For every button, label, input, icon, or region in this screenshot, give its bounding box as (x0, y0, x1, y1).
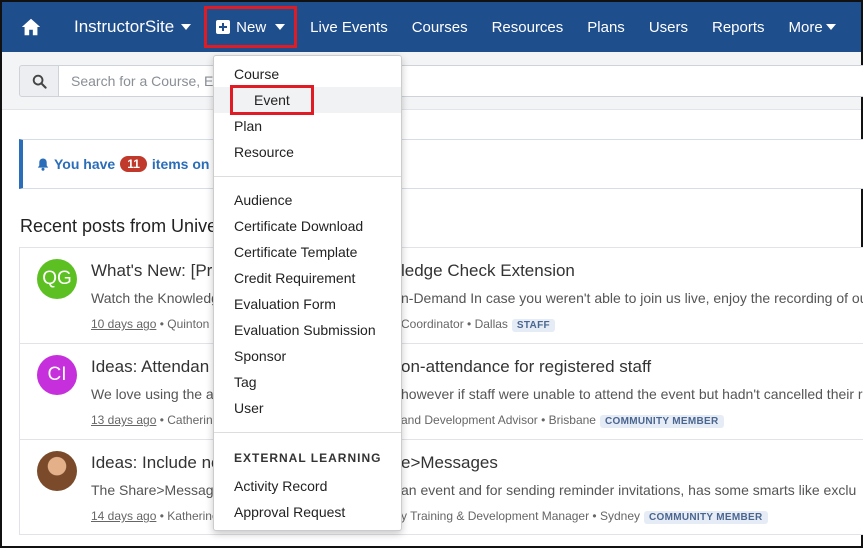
post-meta-end: and Development Advisor • Brisbane COMMUN… (401, 413, 724, 428)
post-title-start: Ideas: Include no (91, 453, 221, 472)
post-title[interactable]: Ideas: Include no e>Messages (91, 453, 498, 473)
role-badge: COMMUNITY MEMBER (599, 415, 724, 428)
brand-name: InstructorSite (74, 17, 175, 36)
post-author: • Katherine (156, 509, 219, 523)
post-meta: 13 days ago • Catherine and Development … (91, 413, 724, 428)
search-input[interactable] (58, 65, 863, 97)
nav-courses[interactable]: Courses (400, 2, 480, 52)
author-role-location: and Development Advisor • Brisbane (401, 413, 596, 427)
menu-item-event-label: Event (230, 85, 314, 115)
chevron-down-icon (181, 24, 192, 30)
post-snippet-end: an event and for sending reminder invita… (401, 482, 857, 498)
menu-item-credit-requirement[interactable]: Credit Requirement (214, 265, 401, 291)
post-item[interactable]: CI Ideas: Attendan on-attendance for reg… (19, 343, 863, 439)
post-time-link[interactable]: 10 days ago (91, 317, 156, 331)
nav-resources[interactable]: Resources (480, 2, 576, 52)
role-badge: COMMUNITY MEMBER (644, 511, 768, 524)
menu-item-activity-record[interactable]: Activity Record (214, 473, 401, 499)
menu-item-approval-request[interactable]: Approval Request (214, 499, 401, 525)
recent-posts-list: QG What's New: [Pro ledge Check Extensio… (19, 247, 863, 535)
new-button-label: New (236, 18, 267, 36)
post-item[interactable]: Ideas: Include no e>Messages The Share>M… (19, 439, 863, 535)
menu-item-sponsor[interactable]: Sponsor (214, 343, 401, 369)
search-button[interactable] (19, 65, 59, 97)
home-icon (21, 18, 41, 36)
alert-prefix: You have (54, 156, 116, 172)
avatar: QG (37, 259, 77, 299)
post-snippet-end: however if staff were unable to attend t… (401, 386, 863, 402)
author-role-location: y Training & Development Manager • Sydne… (401, 509, 640, 523)
post-snippet: We love using the at however if staff we… (91, 386, 863, 402)
post-snippet-start: Watch the Knowledg (91, 290, 219, 306)
menu-item-evaluation-submission[interactable]: Evaluation Submission (214, 317, 401, 343)
post-meta: 10 days ago • Quinton G Coordinator • Da… (91, 317, 555, 332)
menu-item-tag[interactable]: Tag (214, 369, 401, 395)
post-title-end: e>Messages (401, 453, 498, 472)
post-meta-end: Coordinator • Dallas STAFF (401, 317, 555, 332)
menu-item-user[interactable]: User (214, 395, 401, 421)
nav-reports[interactable]: Reports (700, 2, 777, 52)
notification-alert[interactable]: You have 11 items on yo (19, 139, 863, 189)
nav-more-label: More (788, 18, 823, 36)
new-button[interactable]: New (204, 6, 298, 48)
post-snippet: The Share>Message an event and for sendi… (91, 482, 856, 498)
post-meta: 14 days ago • Katherine y Training & Dev… (91, 509, 768, 524)
nav-live-events[interactable]: Live Events (298, 2, 400, 52)
new-dropdown-menu: Course Event Plan Resource Audience Cert… (213, 55, 402, 531)
post-title-start: Ideas: Attendan (91, 357, 210, 376)
role-badge: STAFF (511, 319, 555, 332)
author-role-location: Coordinator • Dallas (401, 317, 508, 331)
post-snippet: Watch the Knowledg n-Demand In case you … (91, 290, 863, 306)
nav-plans[interactable]: Plans (575, 2, 637, 52)
avatar: CI (37, 355, 77, 395)
nav-more[interactable]: More (777, 2, 848, 52)
post-time-link[interactable]: 14 days ago (91, 509, 156, 523)
bell-icon (37, 158, 49, 171)
menu-item-certificate-download[interactable]: Certificate Download (214, 213, 401, 239)
post-snippet-end: n-Demand In case you weren't able to joi… (401, 290, 863, 306)
search-bar (2, 52, 863, 110)
chevron-down-icon (825, 24, 836, 30)
plus-square-icon (216, 20, 231, 34)
nav-users[interactable]: Users (637, 2, 700, 52)
chevron-down-icon (275, 24, 286, 30)
home-button[interactable] (2, 2, 60, 52)
top-navbar: InstructorSite New Live Events Courses R… (2, 2, 861, 52)
post-title-end: on-attendance for registered staff (401, 357, 652, 376)
post-author: • Catherine (156, 413, 220, 427)
menu-item-event[interactable]: Event (214, 85, 401, 115)
main-nav: Live Events Courses Resources Plans User… (298, 2, 848, 52)
site-switcher[interactable]: InstructorSite (60, 2, 201, 52)
menu-item-resource[interactable]: Resource (214, 139, 401, 165)
search-icon (32, 74, 47, 89)
menu-divider (214, 432, 401, 433)
post-item[interactable]: QG What's New: [Pro ledge Check Extensio… (19, 247, 863, 343)
menu-item-certificate-template[interactable]: Certificate Template (214, 239, 401, 265)
post-title-end: ledge Check Extension (401, 261, 575, 280)
post-title[interactable]: Ideas: Attendan on-attendance for regist… (91, 357, 651, 377)
post-title[interactable]: What's New: [Pro ledge Check Extension (91, 261, 575, 281)
menu-item-evaluation-form[interactable]: Evaluation Form (214, 291, 401, 317)
avatar-photo (37, 451, 77, 491)
post-title-start: What's New: [Pro (91, 261, 222, 280)
items-count-badge: 11 (120, 156, 147, 172)
recent-posts-title: Recent posts from Unive (20, 216, 218, 236)
post-snippet-start: We love using the at (91, 386, 218, 402)
menu-item-plan[interactable]: Plan (214, 113, 401, 139)
menu-item-course[interactable]: Course (214, 61, 401, 87)
post-meta-end: y Training & Development Manager • Sydne… (401, 509, 768, 524)
menu-item-audience[interactable]: Audience (214, 187, 401, 213)
menu-divider (214, 176, 401, 177)
post-snippet-start: The Share>Message (91, 482, 222, 498)
post-time-link[interactable]: 13 days ago (91, 413, 156, 427)
menu-section-header: EXTERNAL LEARNING (234, 451, 382, 465)
